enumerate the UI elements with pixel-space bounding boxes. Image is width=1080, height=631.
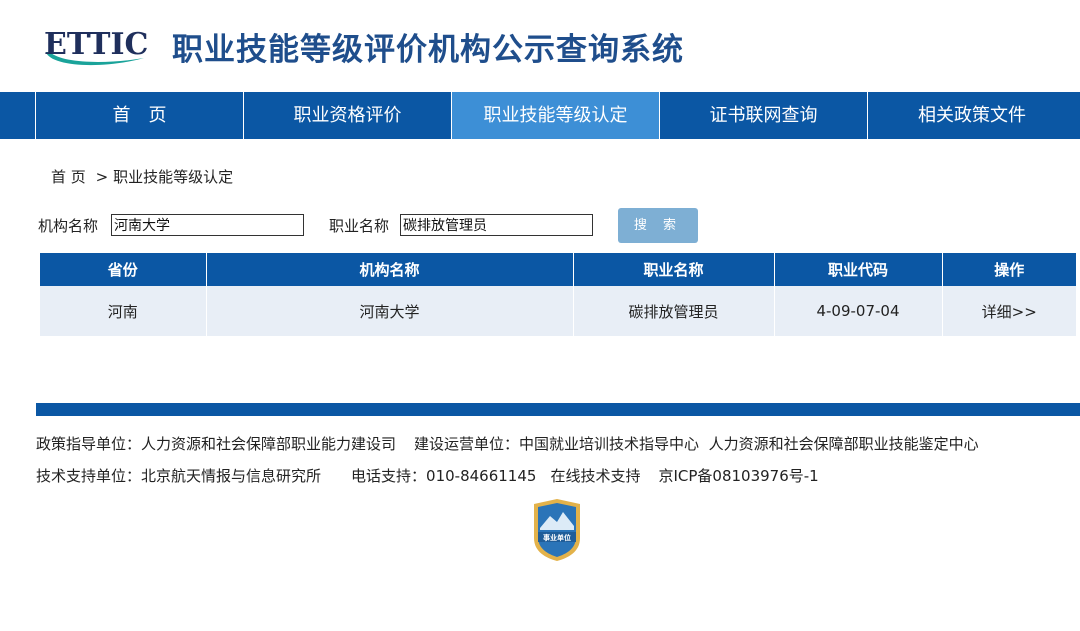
site-header: ETTIC 职业技能等级评价机构公示查询系统 (0, 0, 1080, 92)
cell-occupation-code: 4-09-07-04 (774, 286, 943, 336)
breadcrumb-current: 职业技能等级认定 (113, 168, 234, 186)
badge-text: 事业单位 (543, 533, 571, 542)
org-name-input[interactable] (111, 214, 304, 236)
nav-item-policy-documents[interactable]: 相关政策文件 (868, 92, 1076, 139)
results-table: 省份 机构名称 职业名称 职业代码 操作 河南 河南大学 碳排放管理员 4-09… (40, 253, 1076, 336)
cell-province: 河南 (40, 286, 207, 336)
phone-label: 电话支持： (351, 467, 427, 485)
ops-unit-label: 建设运营单位： (414, 435, 520, 453)
table-row: 河南 河南大学 碳排放管理员 4-09-07-04 详细>> (40, 286, 1076, 336)
public-institution-badge[interactable]: 事业单位 (530, 498, 584, 562)
tech-unit-label: 技术支持单位： (36, 467, 142, 485)
footer-line-1: 政策指导单位：人力资源和社会保障部职业能力建设司 建设运营单位：中国就业培训技术指… (36, 433, 979, 454)
table-header-row: 省份 机构名称 职业名称 职业代码 操作 (40, 253, 1076, 286)
nav-item-skill-level-certification[interactable]: 职业技能等级认定 (452, 92, 660, 139)
cell-action: 详细>> (942, 286, 1076, 336)
main-nav: 首 页 职业资格评价 职业技能等级认定 证书联网查询 相关政策文件 (0, 92, 1080, 139)
header-province: 省份 (40, 253, 207, 286)
breadcrumb-home[interactable]: 首 页 (51, 168, 86, 186)
nav-item-qualification-evaluation[interactable]: 职业资格评价 (244, 92, 452, 139)
cell-org-name: 河南大学 (206, 286, 574, 336)
header-occupation: 职业名称 (573, 253, 775, 286)
policy-unit-value: 人力资源和社会保障部职业能力建设司 (141, 435, 397, 453)
nav-spacer (0, 92, 36, 139)
logo-text: ETTIC (44, 27, 148, 62)
ettic-logo[interactable]: ETTIC (40, 22, 155, 68)
detail-link[interactable]: 详细>> (982, 303, 1037, 321)
nav-item-certificate-query[interactable]: 证书联网查询 (660, 92, 868, 139)
occupation-name-input[interactable] (400, 214, 593, 236)
policy-unit-label: 政策指导单位： (36, 435, 142, 453)
footer-line-2: 技术支持单位：北京航天情报与信息研究所 电话支持：010-84661145 在线技术… (36, 465, 819, 486)
phone-value: 010-84661145 (426, 467, 537, 485)
page-title: 职业技能等级评价机构公示查询系统 (172, 32, 684, 68)
footer-divider-bar (36, 403, 1080, 416)
breadcrumb: 首 页 > 职业技能等级认定 (51, 166, 233, 187)
occupation-name-label: 职业名称 (329, 217, 390, 235)
search-button[interactable]: 搜 索 (618, 208, 698, 243)
breadcrumb-separator: > (95, 168, 109, 186)
header-action: 操作 (942, 253, 1076, 286)
online-support-link[interactable]: 在线技术支持 (550, 467, 640, 485)
header-org-name: 机构名称 (206, 253, 574, 286)
org-name-label: 机构名称 (38, 217, 99, 235)
icp-link[interactable]: 京ICP备08103976号-1 (658, 467, 818, 485)
nav-item-home[interactable]: 首 页 (36, 92, 244, 139)
header-occupation-code: 职业代码 (774, 253, 943, 286)
cell-occupation: 碳排放管理员 (573, 286, 775, 336)
tech-unit-value: 北京航天情报与信息研究所 (141, 467, 322, 485)
ops-unit-value: 中国就业培训技术指导中心 人力资源和社会保障部职业技能鉴定中心 (519, 435, 979, 453)
